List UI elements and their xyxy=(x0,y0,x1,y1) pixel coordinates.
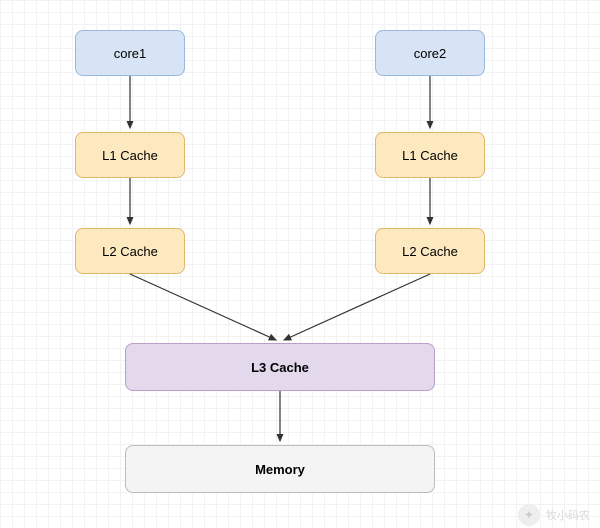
node-l2-cache-left: L2 Cache xyxy=(75,228,185,274)
watermark-icon: ✦ xyxy=(518,504,540,526)
node-core2: core2 xyxy=(375,30,485,76)
node-l2-cache-right: L2 Cache xyxy=(375,228,485,274)
node-core1: core1 xyxy=(75,30,185,76)
node-l1-cache-right: L1 Cache xyxy=(375,132,485,178)
watermark: ✦ 牧小码农 xyxy=(518,504,590,526)
watermark-author: 牧小码农 xyxy=(546,507,590,523)
node-l1-cache-left: L1 Cache xyxy=(75,132,185,178)
node-memory: Memory xyxy=(125,445,435,493)
node-l3-cache: L3 Cache xyxy=(125,343,435,391)
